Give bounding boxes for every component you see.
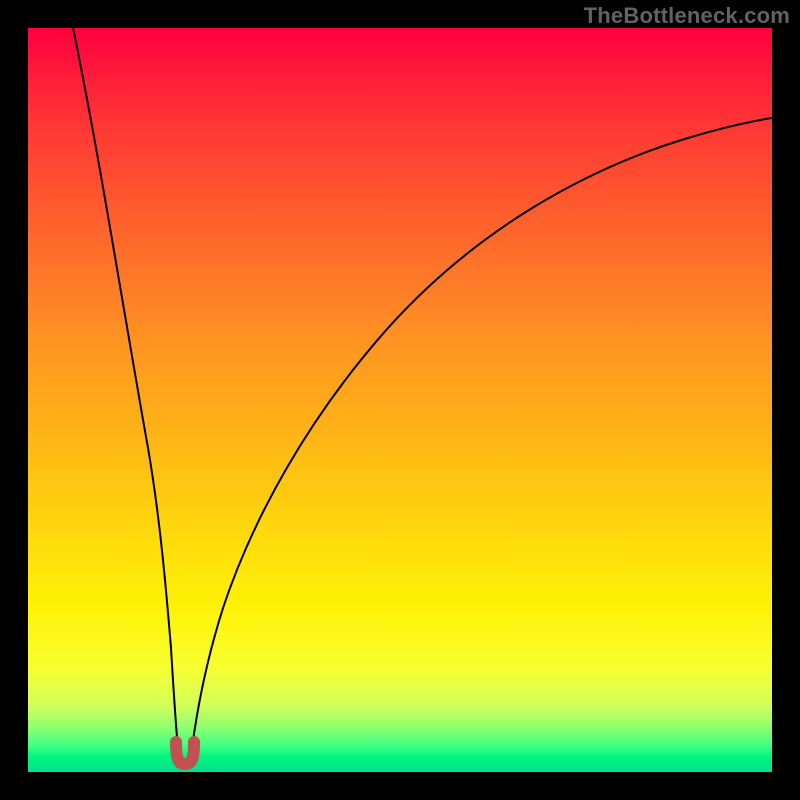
attribution-text: TheBottleneck.com — [584, 3, 790, 29]
curve-right-branch — [191, 118, 772, 763]
chart-frame: TheBottleneck.com — [0, 0, 800, 800]
plot-area — [28, 28, 772, 772]
bottleneck-curve-svg — [28, 28, 772, 772]
optimal-point-marker — [176, 742, 194, 764]
curve-left-branch — [73, 28, 179, 763]
